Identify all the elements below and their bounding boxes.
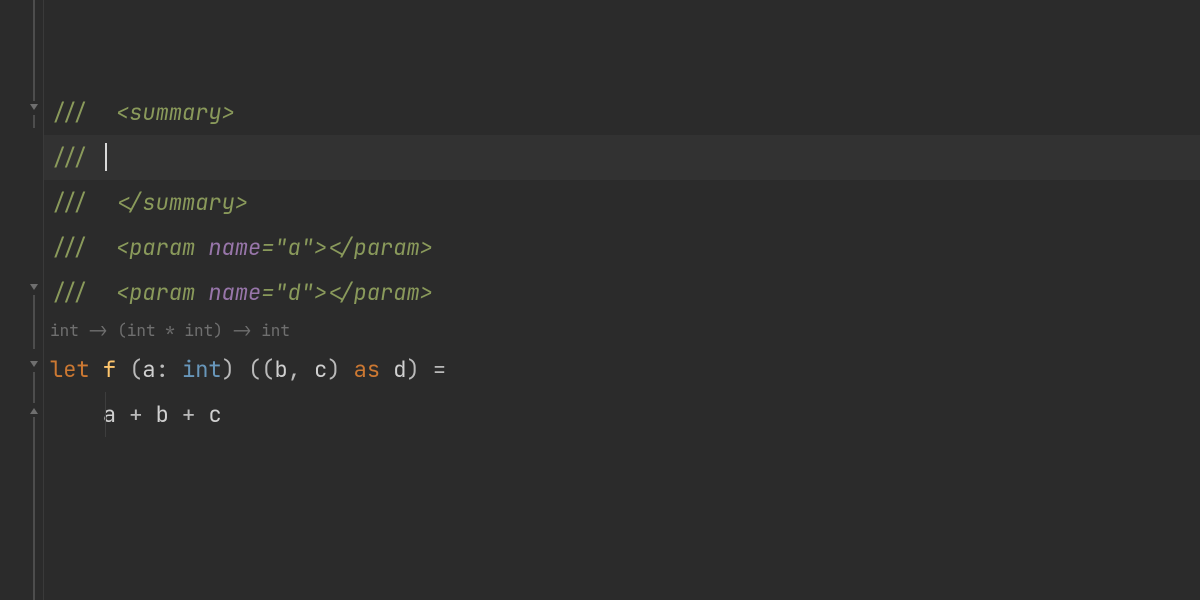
paren-close: ) xyxy=(327,355,340,384)
code-line-active[interactable]: /// xyxy=(44,135,1200,180)
code-line-doc-param-a[interactable]: /// <param name="a"></param> xyxy=(44,225,1200,270)
doc-slash: /// xyxy=(50,143,103,172)
doc-slash: /// xyxy=(50,278,116,307)
identifier-b: b xyxy=(156,400,169,429)
equals: = xyxy=(261,278,274,307)
code-line[interactable] xyxy=(44,45,1200,90)
param-close-tag: </param> xyxy=(327,233,433,262)
plus-op: + xyxy=(129,400,142,429)
identifier-d: d xyxy=(393,355,406,384)
gutter xyxy=(0,0,44,600)
code-line[interactable] xyxy=(44,0,1200,45)
param-open-end: > xyxy=(314,278,327,307)
identifier-a: a xyxy=(142,355,155,384)
fold-toggle-icon[interactable] xyxy=(27,358,41,372)
param-value-a: "a" xyxy=(274,233,314,262)
inlay-hint: int -> (int * int) -> int xyxy=(44,315,1200,347)
code-line-doc-summary-open[interactable]: /// <summary> xyxy=(44,90,1200,135)
param-open-end: > xyxy=(314,233,327,262)
param-attr-name: name xyxy=(208,278,261,307)
type-int: int xyxy=(182,355,222,384)
code-line-doc-param-d[interactable]: /// <param name="d"></param> xyxy=(44,270,1200,315)
identifier-c: c xyxy=(208,400,221,429)
keyword-as: as xyxy=(354,355,380,384)
code-area[interactable]: /// <summary> /// /// </summary> /// <pa… xyxy=(44,0,1200,600)
param-attr-name: name xyxy=(208,233,261,262)
param-close-tag: </param> xyxy=(327,278,433,307)
paren-open: ( xyxy=(261,355,274,384)
fold-toggle-icon[interactable] xyxy=(27,281,41,295)
identifier-b: b xyxy=(274,355,287,384)
paren-open: ( xyxy=(129,355,142,384)
fold-guide-line xyxy=(33,363,35,600)
code-line-body[interactable]: a + b + c xyxy=(44,392,1200,437)
text-cursor xyxy=(105,143,107,171)
comma: , xyxy=(288,355,301,384)
paren-open: ( xyxy=(248,355,261,384)
equals: = xyxy=(261,233,274,262)
code-editor[interactable]: /// <summary> /// /// </summary> /// <pa… xyxy=(0,0,1200,600)
fold-close-icon[interactable] xyxy=(27,403,41,417)
plus-op: + xyxy=(182,400,195,429)
keyword-let: let xyxy=(50,355,90,384)
paren-close: ) xyxy=(406,355,419,384)
code-line-let[interactable]: let f (a: int) ((b, c) as d) = xyxy=(44,347,1200,392)
identifier-c: c xyxy=(314,355,327,384)
summary-open-tag: <summary> xyxy=(116,98,235,127)
equals-op: = xyxy=(433,355,446,384)
paren-close: ) xyxy=(222,355,235,384)
function-name: f xyxy=(103,355,116,384)
indent xyxy=(50,400,103,429)
doc-slash: /// xyxy=(50,98,116,127)
colon: : xyxy=(156,355,169,384)
param-open: <param xyxy=(116,278,208,307)
param-open: <param xyxy=(116,233,208,262)
summary-close-tag: </summary> xyxy=(116,188,248,217)
fold-toggle-icon[interactable] xyxy=(27,101,41,115)
indent-guide xyxy=(105,392,106,437)
code-line-doc-summary-close[interactable]: /// </summary> xyxy=(44,180,1200,225)
doc-slash: /// xyxy=(50,188,116,217)
doc-slash: /// xyxy=(50,233,116,262)
param-value-d: "d" xyxy=(274,278,314,307)
